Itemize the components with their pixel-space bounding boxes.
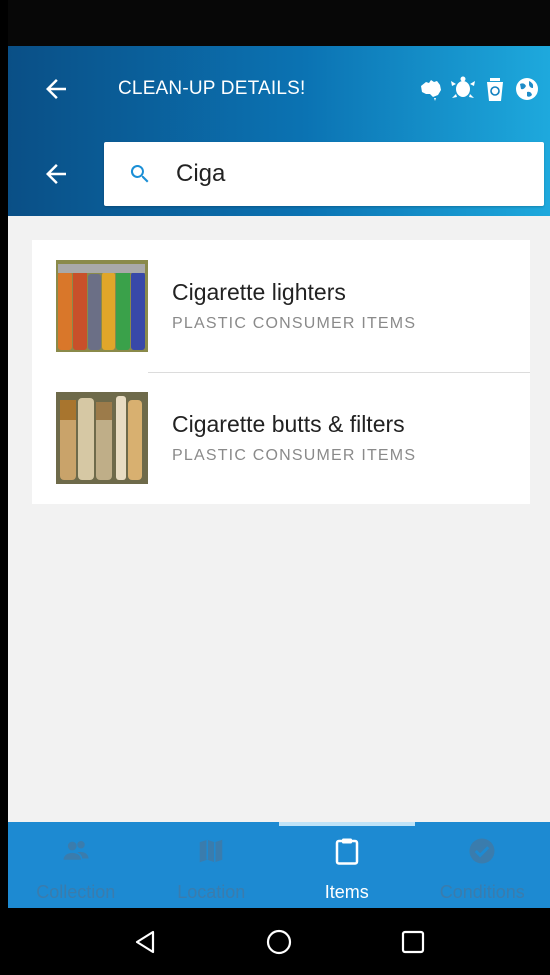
turtle-icon [451,76,475,98]
back-button[interactable] [8,46,104,132]
people-icon [61,834,91,868]
status-bar [8,0,550,46]
circle-home-icon [266,929,292,954]
tab-label: Collection [36,882,116,902]
system-home-button[interactable] [265,928,293,956]
australia-map-icon [421,80,441,101]
arrow-left-icon [46,164,66,184]
search-icon [104,162,176,186]
result-category: PLASTIC CONSUMER ITEMS [172,315,417,332]
app-bar: CLEAN-UP DETAILS! [8,46,550,132]
result-title: Cigarette lighters [172,279,346,305]
search-back-button[interactable] [8,132,104,216]
system-nav-bar [8,908,550,975]
tab-items[interactable]: Items [279,822,415,908]
tab-label: Conditions [439,882,525,902]
brand-icons [418,76,540,102]
system-back-button[interactable] [131,928,159,956]
cigarette-butts-thumbnail [56,392,148,484]
cigarette-lighters-thumbnail [56,260,148,352]
recycling-bin-icon [487,78,503,101]
list-item[interactable]: Cigarette lighters PLASTIC CONSUMER ITEM… [32,240,530,372]
app-screen: CLEAN-UP DETAILS! Ciga Cigarette lighter… [8,0,550,975]
tab-collection[interactable]: Collection [8,822,144,908]
map-icon [196,834,226,868]
arrow-left-icon [46,79,66,99]
result-title: Cigarette butts & filters [172,411,405,437]
check-circle-icon [467,834,497,868]
triangle-back-icon [135,930,155,953]
tab-conditions[interactable]: Conditions [415,822,550,908]
bottom-nav: Collection Location Items Conditions [8,822,550,908]
app-title: CLEAN-UP DETAILS! [118,78,306,99]
tab-label: Items [324,882,369,902]
square-recents-icon [401,930,425,953]
search-bar [8,132,550,216]
results-list: Cigarette lighters PLASTIC CONSUMER ITEM… [32,240,530,504]
list-item[interactable]: Cigarette butts & filters PLASTIC CONSUM… [32,372,530,504]
system-recents-button[interactable] [399,928,427,956]
tab-label: Location [177,882,246,902]
clipboard-icon [332,834,362,868]
tab-location[interactable]: Location [144,822,280,908]
search-field[interactable] [104,142,544,206]
search-input[interactable] [176,160,516,188]
result-category: PLASTIC CONSUMER ITEMS [172,447,417,464]
globe-icon [516,78,538,100]
